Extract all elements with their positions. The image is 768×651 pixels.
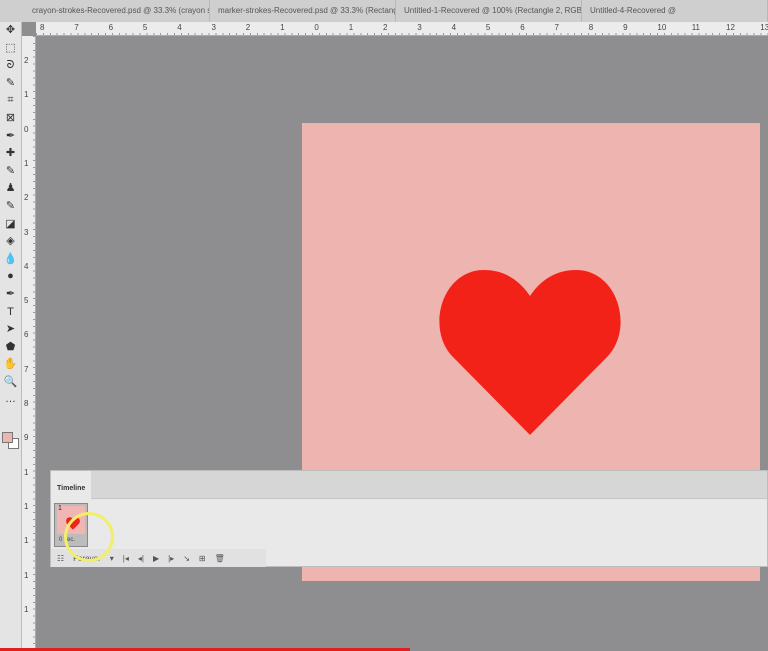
ruler-label: 2 [24,193,29,203]
paint-bucket-tool-icon[interactable]: ◈ [0,233,21,251]
blur-tool-icon[interactable]: 💧 [0,251,21,269]
eyedropper-tool-icon[interactable]: ✒ [0,128,21,146]
vertical-ruler: 2 1 0 1 2 3 4 5 6 7 8 9 1 1 1 1 1 [22,36,36,651]
tween-icon[interactable]: ↘ [183,554,190,563]
marquee-tool-icon[interactable]: ⬚ [0,40,21,58]
ruler-label: 11 [691,23,700,32]
timeline-panel: Timeline 1 0 sec. ☷ Forever ▾ |◂ ◂| ▶ |▸… [50,470,768,567]
ruler-label: 1 [24,604,29,614]
ruler-label: 4 [24,261,29,271]
play-icon[interactable]: ▶ [153,554,159,563]
document-tab[interactable]: Untitled-1-Recovered @ 100% (Rectangle 2… [396,0,582,22]
ruler-label: 7 [24,364,29,374]
first-frame-icon[interactable]: |◂ [123,554,129,563]
stamp-tool-icon[interactable]: ♟ [0,180,21,198]
ruler-label: 6 [108,23,114,32]
frame-number: 1 [58,505,62,512]
ruler-label: 1 [24,501,29,511]
document-tabs: crayon-strokes-Recovered.psd @ 33.3% (cr… [0,0,768,22]
ruler-label: 4 [451,23,457,32]
ruler-label: 2 [24,56,29,65]
ruler-label: 10 [657,23,667,32]
ruler-label: 9 [24,433,29,443]
ruler-label: 7 [554,23,559,32]
ruler-label: 3 [211,23,216,32]
ruler-label: 3 [24,227,29,237]
ruler-label: 1 [24,90,29,100]
tab-label: Untitled-4-Recovered @ [590,6,676,15]
ruler-label: 8 [24,399,29,408]
lasso-tool-icon[interactable]: ᘐ [0,57,21,75]
ruler-label: 1 [24,570,29,580]
document-tab[interactable]: Untitled-4-Recovered @ [582,0,768,22]
ruler-label: 9 [623,23,628,32]
ruler-label: 13 [760,23,768,32]
ruler-label: 6 [520,23,525,32]
ruler-label: 2 [383,23,388,32]
tools-panel: ✥ ⬚ ᘐ ✎ ⌗ ⊠ ✒ ✚ ✎ ♟ ✎ ◪ ◈ 💧 ● ✒ T ➤ ⬟ ✋ 🔍… [0,22,22,651]
delete-frame-icon[interactable]: 🗑 [215,554,225,563]
ruler-label: 5 [142,23,148,32]
ruler-label: 1 [280,23,285,32]
more-tool-icon[interactable]: … [0,391,21,409]
convert-timeline-icon[interactable]: ☷ [57,554,64,563]
ruler-label: 8 [588,23,594,32]
timeline-tab[interactable]: Timeline [51,471,92,499]
document-tab[interactable]: crayon-strokes-Recovered.psd @ 33.3% (cr… [24,0,210,22]
previous-frame-icon[interactable]: ◂| [138,554,144,563]
crop-tool-icon[interactable]: ⌗ [0,92,21,110]
ruler-label: 4 [177,23,182,32]
tab-label: Untitled-1-Recovered @ 100% (Rectangle 2… [404,6,582,15]
tab-label: marker-strokes-Recovered.psd @ 33.3% (Re… [218,6,395,15]
ruler-label: 8 [40,23,45,32]
ruler-label: 1 [24,158,29,168]
history-brush-tool-icon[interactable]: ✎ [0,198,21,216]
pen-tool-icon[interactable]: ✒ [0,286,21,304]
frame-tool-icon[interactable]: ⊠ [0,110,21,128]
move-tool-icon[interactable]: ✥ [0,22,21,40]
cursor-highlight [64,512,114,562]
ruler-label: 7 [74,23,79,32]
document-tab[interactable]: marker-strokes-Recovered.psd @ 33.3% (Re… [210,0,396,22]
ruler-label: 3 [417,23,422,32]
healing-tool-icon[interactable]: ✚ [0,145,21,163]
ruler-label: 12 [726,23,735,32]
ruler-label: 0 [314,23,319,32]
duplicate-frame-icon[interactable]: ⊞ [199,554,206,563]
ruler-label: 5 [24,296,29,306]
ruler-label: 6 [24,330,29,340]
zoom-tool-icon[interactable]: 🔍 [0,374,21,392]
ruler-label: 1 [24,536,29,546]
ruler-label: 2 [245,23,251,32]
shape-tool-icon[interactable]: ⬟ [0,339,21,357]
path-select-tool-icon[interactable]: ➤ [0,321,21,339]
horizontal-ruler: 8765432101234567891011121314 [36,22,768,36]
brush-tool-icon[interactable]: ✎ [0,163,21,181]
heart-shape[interactable] [438,266,622,438]
loop-dropdown-icon[interactable]: ▾ [110,554,114,563]
foreground-color-swatch[interactable] [2,432,13,443]
next-frame-icon[interactable]: |▸ [168,554,174,563]
ruler-label: 1 [24,467,29,477]
eraser-tool-icon[interactable]: ◪ [0,216,21,234]
dodge-tool-icon[interactable]: ● [0,268,21,286]
quick-select-tool-icon[interactable]: ✎ [0,75,21,93]
ruler-label: 5 [485,23,491,32]
type-tool-icon[interactable]: T [0,304,21,322]
ruler-label: 1 [348,23,354,32]
hand-tool-icon[interactable]: ✋ [0,356,21,374]
ruler-label: 0 [24,124,29,134]
heart-path [439,270,621,435]
tab-label: crayon-strokes-Recovered.psd @ 33.3% (cr… [32,6,209,15]
